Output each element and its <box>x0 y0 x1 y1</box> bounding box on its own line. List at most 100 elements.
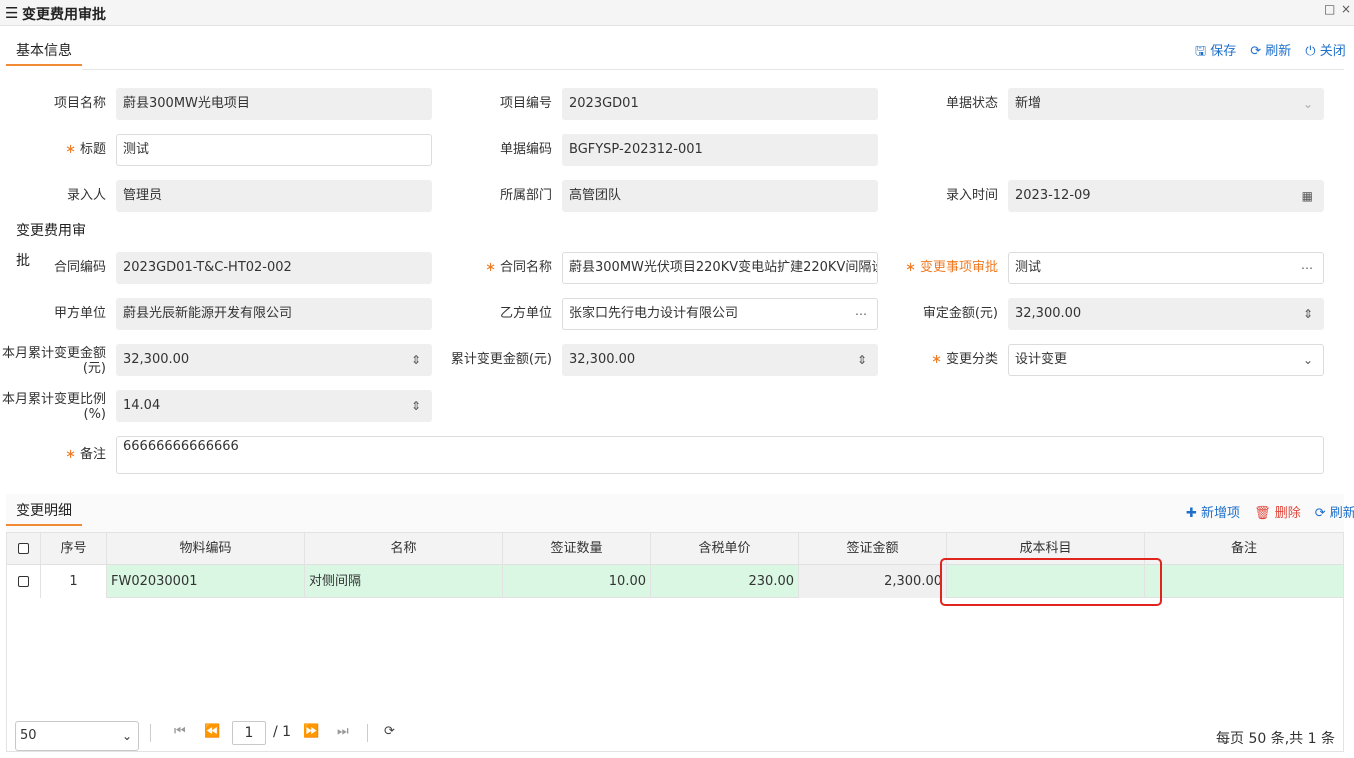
column-header[interactable]: 名称 <box>305 533 503 565</box>
seq-cell: 1 <box>41 565 107 598</box>
doc-status-select[interactable]: 新增 ⌄ <box>1008 88 1324 120</box>
spinner-icon[interactable]: ⇕ <box>411 391 421 421</box>
spinner-icon[interactable]: ⇕ <box>1303 299 1313 329</box>
calendar-icon[interactable]: ▦ <box>1302 181 1313 211</box>
name-cell[interactable]: 对侧间隔 <box>305 565 503 598</box>
divider <box>150 724 151 742</box>
column-header[interactable]: 签证数量 <box>503 533 651 565</box>
refresh-icon: ⟳ <box>1314 506 1326 521</box>
select-all-checkbox[interactable] <box>18 543 29 554</box>
tab-underline <box>6 524 82 526</box>
trash-icon: 🗑 <box>1254 506 1271 521</box>
column-header[interactable]: 含税单价 <box>651 533 799 565</box>
reload-icon[interactable]: ⟳ <box>384 724 395 739</box>
remark-textarea[interactable]: 66666666666666 <box>116 436 1324 474</box>
detail-toolbar: ✚ 新增项 🗑 删除 ⟳ 刷新 <box>1186 502 1354 521</box>
department-label: 所属部门 <box>499 188 552 203</box>
divider <box>367 724 368 742</box>
contract-name-label: ∗ 合同名称 <box>485 260 552 275</box>
change-item-label: ∗ 变更事项审批 <box>905 260 998 275</box>
change-category-label: ∗ 变更分类 <box>931 352 998 367</box>
section-change-approval: 变更费用审批 <box>6 216 108 269</box>
approved-amount-label: 审定金额(元) <box>922 306 998 321</box>
detail-refresh-button[interactable]: ⟳ 刷新 <box>1315 502 1354 521</box>
next-page-icon[interactable]: ⏩ <box>303 724 319 739</box>
column-header[interactable]: 签证金额 <box>799 533 947 565</box>
entered-by-field: 管理员 <box>116 180 432 212</box>
party-b-label: 乙方单位 <box>499 306 552 321</box>
menu-icon[interactable]: ☰ <box>5 4 18 22</box>
column-header[interactable]: 备注 <box>1145 533 1343 565</box>
total-pages-text: / 1 <box>273 724 292 740</box>
more-icon[interactable]: ⋯ <box>855 299 867 329</box>
chevron-down-icon: ⌄ <box>1302 97 1313 111</box>
month-change-ratio-field[interactable]: 14.04 ⇕ <box>116 390 432 422</box>
party-b-field[interactable]: 张家口先行电力设计有限公司 ⋯ <box>562 298 878 330</box>
remark-label: ∗ 备注 <box>65 447 106 462</box>
page-size-select[interactable]: 50 ⌄ <box>15 721 139 751</box>
total-change-amount-field[interactable]: 32,300.00 ⇕ <box>562 344 878 376</box>
month-change-ratio-label: 本月累计变更比例 (%) <box>1 392 106 422</box>
save-icon: 🖫 <box>1195 44 1207 59</box>
total-change-amount-label: 累计变更金额(元) <box>450 352 552 367</box>
doc-code-label: 单据编码 <box>499 142 552 157</box>
required-mark: ∗ <box>931 352 942 367</box>
party-a-field: 蔚县光辰新能源开发有限公司 <box>116 298 432 330</box>
tab-change-detail-label: 变更明细 <box>16 503 72 519</box>
party-a-label: 甲方单位 <box>53 306 106 321</box>
entry-time-field[interactable]: 2023-12-09 ▦ <box>1008 180 1324 212</box>
project-name-label: 项目名称 <box>53 96 106 111</box>
row-checkbox[interactable] <box>18 576 29 587</box>
prev-page-icon[interactable]: ⏪ <box>204 724 220 739</box>
change-category-select[interactable]: 设计变更 ⌄ <box>1008 344 1324 376</box>
grid-pager: 50 ⌄ ⏮ ⏪ 1 / 1 ⏩ ⏭ ⟳ 每页 50 条,共 1 条 <box>7 716 1343 752</box>
contract-name-field[interactable]: 蔚县300MW光伏项目220KV变电站扩建220KV间隔设计委 <box>562 252 878 284</box>
delete-button[interactable]: 🗑 删除 <box>1254 502 1301 521</box>
spinner-icon[interactable]: ⇕ <box>857 345 867 375</box>
window-titlebar: ☰ 变更费用审批 □ × <box>0 0 1354 26</box>
column-header[interactable]: 物料编码 <box>107 533 305 565</box>
column-header[interactable]: 序号 <box>41 533 107 565</box>
select-all-checkbox-cell[interactable] <box>7 533 41 565</box>
contract-code-label: 合同编码 <box>53 260 106 275</box>
entry-time-label: 录入时间 <box>945 188 998 203</box>
qty-cell[interactable]: 10.00 <box>503 565 651 598</box>
entered-by-label: 录入人 <box>66 188 106 203</box>
amount-cell: 2,300.00 <box>799 565 947 598</box>
unit-price-cell[interactable]: 230.00 <box>651 565 799 598</box>
save-button[interactable]: 🖫 保存 <box>1195 40 1236 64</box>
current-page-input[interactable]: 1 <box>232 721 266 745</box>
department-field: 高管团队 <box>562 180 878 212</box>
row-remark-cell[interactable] <box>1145 565 1343 598</box>
project-code-label: 项目编号 <box>499 96 552 111</box>
project-code-field: 2023GD01 <box>562 88 878 120</box>
tab-basic-info[interactable]: 基本信息 <box>6 36 82 66</box>
highlight-box <box>940 558 1162 606</box>
detail-header-bar <box>6 494 1344 532</box>
doc-status-label: 单据状态 <box>945 96 998 111</box>
add-item-button[interactable]: ✚ 新增项 <box>1186 502 1240 521</box>
first-page-icon[interactable]: ⏮ <box>174 724 186 739</box>
row-checkbox-cell[interactable] <box>7 565 41 598</box>
required-mark: ∗ <box>65 447 76 462</box>
approved-amount-field[interactable]: 32,300.00 ⇕ <box>1008 298 1324 330</box>
required-mark: ∗ <box>905 260 916 275</box>
change-item-field[interactable]: 测试 ⋯ <box>1008 252 1324 284</box>
material-code-cell[interactable]: FW02030001 <box>107 565 305 598</box>
close-icon[interactable]: × <box>1341 2 1351 16</box>
close-button[interactable]: ⏻ 关闭 <box>1305 40 1345 64</box>
refresh-icon: ⟳ <box>1250 44 1262 59</box>
tab-change-detail[interactable]: 变更明细 <box>6 496 82 526</box>
spinner-icon[interactable]: ⇕ <box>411 345 421 375</box>
refresh-button[interactable]: ⟳ 刷新 <box>1250 40 1291 64</box>
pager-summary: 每页 50 条,共 1 条 <box>1216 731 1335 747</box>
title-input[interactable]: 测试 <box>116 134 432 166</box>
maximize-icon[interactable]: □ <box>1324 2 1335 16</box>
month-change-amount-label: 本月累计变更金额 (元) <box>1 346 106 376</box>
doc-code-field: BGFYSP-202312-001 <box>562 134 878 166</box>
more-icon[interactable]: ⋯ <box>1301 253 1313 283</box>
tab-underline <box>6 64 82 66</box>
tab-basic-info-label: 基本信息 <box>16 43 72 59</box>
month-change-amount-field[interactable]: 32,300.00 ⇕ <box>116 344 432 376</box>
last-page-icon[interactable]: ⏭ <box>337 724 349 739</box>
